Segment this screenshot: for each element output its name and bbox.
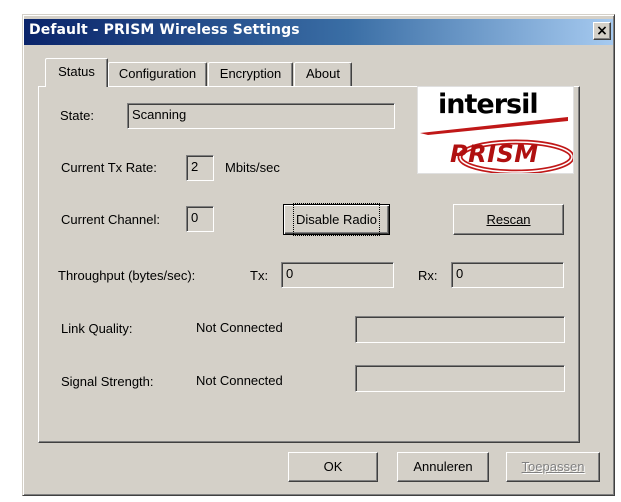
state-label: State: <box>60 108 94 123</box>
ok-label: OK <box>323 459 343 474</box>
intersil-prism-logo: intersil PRISM <box>417 86 574 174</box>
tx-rate-label: Current Tx Rate: <box>61 160 157 175</box>
tab-status[interactable]: Status <box>45 58 108 87</box>
close-button[interactable]: × <box>593 22 611 40</box>
cancel-label: Annuleren <box>413 459 473 474</box>
tx-label: Tx: <box>250 268 269 283</box>
throughput-label: Throughput (bytes/sec): <box>58 268 196 283</box>
disable-radio-label: Disable Radio <box>293 203 380 236</box>
state-field: Scanning <box>127 103 395 129</box>
rx-throughput-field: 0 <box>451 262 564 288</box>
tx-rate-unit: Mbits/sec <box>225 160 280 175</box>
close-icon: × <box>596 23 608 39</box>
apply-button[interactable]: Toepassen <box>506 452 600 482</box>
disable-radio-button[interactable]: Disable Radio <box>283 203 390 236</box>
channel-field: 0 <box>186 206 214 232</box>
logo-brand-top: intersil <box>438 89 539 120</box>
link-quality-label: Link Quality: <box>61 321 133 336</box>
cancel-button[interactable]: Annuleren <box>397 452 489 482</box>
ok-button[interactable]: OK <box>288 452 378 482</box>
tx-rate-field: 2 <box>186 155 214 181</box>
channel-label: Current Channel: <box>61 212 160 227</box>
link-quality-value: Not Connected <box>196 320 283 335</box>
tab-encryption[interactable]: Encryption <box>208 62 293 86</box>
tx-throughput-field: 0 <box>281 262 394 288</box>
tab-configuration[interactable]: Configuration <box>108 62 207 86</box>
logo-brand-bottom: PRISM <box>450 140 539 168</box>
rx-label: Rx: <box>418 268 438 283</box>
signal-strength-label: Signal Strength: <box>61 374 154 389</box>
rescan-label: Rescan <box>486 212 531 227</box>
signal-strength-value: Not Connected <box>196 373 283 388</box>
signal-strength-bar <box>355 365 565 392</box>
apply-label: Toepassen <box>521 459 585 474</box>
link-quality-bar <box>355 316 565 343</box>
rescan-button[interactable]: Rescan <box>453 204 564 235</box>
tab-about[interactable]: About <box>294 62 352 86</box>
window-title: Default - PRISM Wireless Settings <box>29 22 300 38</box>
active-tab-joint <box>46 85 105 88</box>
